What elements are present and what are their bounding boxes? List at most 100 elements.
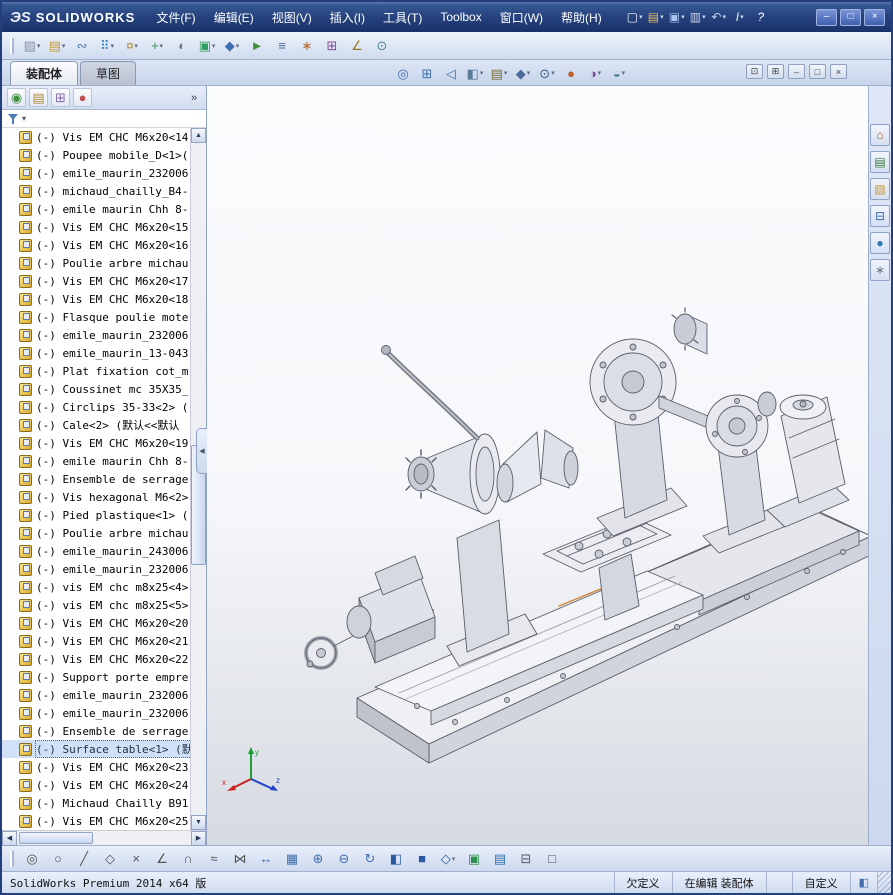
tree-item[interactable]: (-) emile_maurin_232006 <box>2 326 190 344</box>
panel-expand-chevron[interactable]: » <box>187 92 201 104</box>
grid-icon[interactable]: ▦ <box>280 849 304 869</box>
dimxpertmanager-tab-icon[interactable]: ● <box>73 88 92 107</box>
filter-icon[interactable] <box>8 113 19 124</box>
apply-scene-icon[interactable]: ◑ <box>584 63 606 83</box>
interference-detection-icon[interactable]: ⊞ <box>321 36 343 56</box>
tree-item[interactable]: (-) Vis EM CHC M6x20<25 <box>2 812 190 830</box>
move-component-icon[interactable]: + <box>146 36 168 56</box>
toolbar-grip[interactable] <box>10 37 14 54</box>
edit-appearance-icon[interactable]: ● <box>560 63 582 83</box>
graphics-viewport[interactable]: x y z <box>207 86 868 845</box>
doc-close-button[interactable]: × <box>830 64 847 79</box>
sketch-origin-icon[interactable]: ◎ <box>20 849 44 869</box>
tree-item[interactable]: (-) Flasque poulie mote <box>2 308 190 326</box>
menu-item[interactable]: 编辑(E) <box>205 2 263 32</box>
cad-model[interactable] <box>207 86 868 845</box>
panel-splitter[interactable]: ◀ <box>196 427 207 474</box>
menu-item[interactable]: Toolbox <box>431 2 490 32</box>
wireframe-view-icon[interactable]: ◇ <box>436 849 460 869</box>
open-icon[interactable]: ▤ <box>646 7 666 27</box>
close-button[interactable]: × <box>864 8 885 26</box>
tree-item[interactable]: (-) Vis EM CHC M6x20<16 <box>2 236 190 254</box>
tree-item[interactable]: (-) Vis EM CHC M6x20<18 <box>2 290 190 308</box>
resize-grip[interactable] <box>877 872 891 893</box>
tree-item[interactable]: (-) Vis EM CHC M6x20<24 <box>2 776 190 794</box>
camera-view-icon[interactable]: ⊟ <box>514 849 538 869</box>
doc-minimize-button[interactable]: – <box>788 64 805 79</box>
assembly-xpert-icon[interactable]: ▤ <box>488 849 512 869</box>
view-palette-icon[interactable]: ⊟ <box>870 205 890 227</box>
assembly-features-icon[interactable]: ▣ <box>196 36 218 56</box>
home-icon[interactable]: ⌂ <box>870 124 890 146</box>
tree-item[interactable]: (-) Poupee mobile_D<1>( <box>2 146 190 164</box>
tree-item[interactable]: (-) emile_maurin_243006 <box>2 542 190 560</box>
zoom-area-icon[interactable]: ⊞ <box>416 63 438 83</box>
tree-horizontal-scrollbar[interactable]: ◀ ▶ <box>2 830 206 846</box>
new-document-icon[interactable]: ▢ <box>625 7 645 27</box>
featuremanager-tab-icon[interactable]: ◉ <box>7 88 26 107</box>
scroll-up-button[interactable]: ▲ <box>191 128 206 143</box>
tree-item[interactable]: (-) emile_maurin_232006 <box>2 164 190 182</box>
open-part-icon[interactable]: ▤ <box>46 36 68 56</box>
hide-show-items-icon[interactable]: ⊙ <box>536 63 558 83</box>
tree-item[interactable]: (-) emile_maurin_232006 <box>2 560 190 578</box>
menu-item[interactable]: 插入(I) <box>321 2 374 32</box>
tree-item[interactable]: (-) Ensemble de serrage <box>2 722 190 740</box>
trim-tool-icon[interactable]: × <box>124 849 148 869</box>
section-view-icon[interactable]: ◧ <box>464 63 486 83</box>
component-pattern-icon[interactable]: ⠿ <box>96 36 118 56</box>
scroll-track[interactable] <box>191 143 206 815</box>
split-view-icon[interactable]: ⊞ <box>767 64 784 79</box>
tree-item[interactable]: (-) emile_maurin_13-043 <box>2 344 190 362</box>
tree-item[interactable]: (-) Poulie arbre michau <box>2 254 190 272</box>
tree-vertical-scrollbar[interactable]: ▲ ▼ <box>190 128 206 830</box>
status-display-icon[interactable]: ◧ <box>849 872 877 893</box>
tree-item[interactable]: (-) vis EM chc m8x25<4> <box>2 578 190 596</box>
undo-icon[interactable]: ↶ <box>709 7 729 27</box>
spline-tool-icon[interactable]: ≈ <box>202 849 226 869</box>
tree-item[interactable]: (-) Circlips 35-33<2> ( <box>2 398 190 416</box>
toolbar-grip[interactable] <box>10 850 14 867</box>
tree-item[interactable]: (-) vis EM chc m8x25<5> <box>2 596 190 614</box>
scroll-right-button[interactable]: ▶ <box>191 830 206 846</box>
bill-of-materials-icon[interactable]: ≡ <box>271 36 293 56</box>
zoom-in-icon[interactable]: ⊕ <box>306 849 330 869</box>
polygon-tool-icon[interactable]: ◇ <box>98 849 122 869</box>
tree-item[interactable]: (-) Surface table<1> (默 <box>2 740 190 758</box>
mirror-tool-icon[interactable]: ⋈ <box>228 849 252 869</box>
tree-item[interactable]: (-) Vis EM CHC M6x20<15 <box>2 218 190 236</box>
full-screen-icon[interactable]: □ <box>540 849 564 869</box>
print-icon[interactable]: ▥ <box>688 7 708 27</box>
shaded-edges-view-icon[interactable]: ■ <box>410 849 434 869</box>
doc-restore-button[interactable]: □ <box>809 64 826 79</box>
propertymanager-tab-icon[interactable]: ▤ <box>29 88 48 107</box>
menu-item[interactable]: 工具(T) <box>374 2 431 32</box>
rotate-view-icon[interactable]: ↻ <box>358 849 382 869</box>
reference-geometry-icon[interactable]: ◆ <box>221 36 243 56</box>
menu-item[interactable]: 窗口(W) <box>491 2 552 32</box>
design-library-icon[interactable]: ▤ <box>870 151 890 173</box>
assembly-visualization-icon[interactable]: ▣ <box>462 849 486 869</box>
menu-item[interactable]: 视图(V) <box>263 2 321 32</box>
angle-dimension-icon[interactable]: ∠ <box>150 849 174 869</box>
tree-item[interactable]: (-) Pied plastique<1> ( <box>2 506 190 524</box>
new-motion-study-icon[interactable]: ► <box>246 36 268 56</box>
tree-item[interactable]: (-) Vis EM CHC M6x20<20 <box>2 614 190 632</box>
scroll-thumb[interactable] <box>19 832 93 844</box>
show-hidden-components-icon[interactable]: ◐ <box>171 36 193 56</box>
menu-item[interactable]: 文件(F) <box>147 2 204 32</box>
tab-sketch[interactable]: 草图 <box>80 61 137 85</box>
tree-item[interactable]: (-) Vis hexagonal M6<2> <box>2 488 190 506</box>
menu-item[interactable]: 帮助(H) <box>552 2 611 32</box>
tree-item[interactable]: (-) Vis EM CHC M6x20<21 <box>2 632 190 650</box>
selection-icon[interactable]: I <box>730 7 750 27</box>
tree-item[interactable]: (-) Poulie arbre michau <box>2 524 190 542</box>
configurationmanager-tab-icon[interactable]: ⊞ <box>51 88 70 107</box>
maximize-button[interactable]: □ <box>840 8 861 26</box>
insert-components-icon[interactable]: ▧ <box>21 36 43 56</box>
tab-assembly[interactable]: 装配体 <box>10 61 79 85</box>
tree-item[interactable]: (-) emile_maurin_232006 <box>2 704 190 722</box>
arc-tool-icon[interactable]: ∩ <box>176 849 200 869</box>
pan-icon[interactable]: ↔ <box>254 849 278 869</box>
scroll-track[interactable] <box>17 831 191 845</box>
